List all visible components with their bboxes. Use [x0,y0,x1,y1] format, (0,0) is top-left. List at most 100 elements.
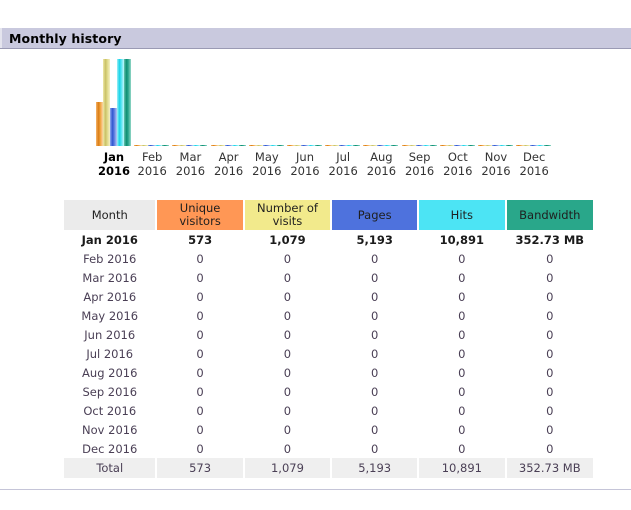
chart-month-group [478,50,514,146]
chart-bar-pages [415,145,423,146]
chart-bar-bw [200,145,208,146]
column-header-month[interactable]: Month [64,200,156,230]
table-cell-unique: 0 [157,249,243,268]
table-cell-bw: 0 [506,439,593,458]
x-axis-label-year: 2016 [290,164,320,178]
table-total-row: Total 573 1,079 5,193 10,891 352.73 MB [64,458,593,478]
chart-month-group [134,50,170,146]
x-axis-label-month: Jan [103,150,125,164]
table-cell-month: Jul 2016 [64,344,156,363]
chart-bar-visits [523,145,531,146]
chart-bar-hits [499,145,506,146]
x-axis-label-year: 2016 [443,164,473,178]
table-cell-bw: 0 [506,344,593,363]
x-axis-label: Oct 2016 [439,150,477,178]
table-cell-unique: 573 [157,230,243,249]
chart-x-axis-labels: Jan 2016 Feb 2016 Mar 2016 Apr 2016 May 2016 Jun 20… [96,150,566,184]
column-header-hits[interactable]: Hits [419,200,505,230]
chart-bar-pages [301,145,308,146]
table-cell-hits: 0 [419,401,505,420]
chart-bar-pages [148,145,156,146]
chart-bar-pages [262,145,270,146]
table-row[interactable]: Aug 2016 0 0 0 0 0 [64,363,593,382]
chart-bar-bw [429,145,437,146]
chart-bar-unique [134,145,142,146]
x-axis-label-month: Jul [336,150,351,164]
table-cell-month: Aug 2016 [64,363,156,382]
table-header: Month Unique visitors Number of visits Pag… [64,200,593,230]
table-cell-visits: 0 [244,363,331,382]
table-cell-pages: 0 [332,363,418,382]
chart-bar-bw [162,145,170,146]
table-row[interactable]: Jun 2016 0 0 0 0 0 [64,325,593,344]
chart-bar-pages [224,145,232,146]
column-header-number-of-visits[interactable]: Number of visits [244,200,331,230]
table-row[interactable]: Nov 2016 0 0 0 0 0 [64,420,593,439]
table-total-cell-month: Total [64,458,156,478]
chart-bar-hits [117,59,124,146]
chart-bar-visits [141,145,149,146]
table-total-cell-bw: 352.73 MB [506,458,593,478]
table-total-cell-visits: 1,079 [244,458,331,478]
table-row[interactable]: Feb 2016 0 0 0 0 0 [64,249,593,268]
table-row[interactable]: Mar 2016 0 0 0 0 0 [64,268,593,287]
table-row[interactable]: Dec 2016 0 0 0 0 0 [64,439,593,458]
table-cell-bw: 0 [506,249,593,268]
chart-bar-unique [401,145,409,146]
table-cell-bw: 0 [506,401,593,420]
chart-month-group [248,50,285,146]
chart-month-group [210,50,247,146]
table-header-row: Month Unique visitors Number of visits Pag… [64,200,593,230]
column-header-unique-visitors[interactable]: Unique visitors [157,200,243,230]
chart-bar-bw [391,145,399,146]
chart-bar-hits [269,145,277,146]
chart-month-group [325,50,361,146]
table-body: Jan 2016 573 1,079 5,193 10,891 352.73 MB Feb … [64,230,593,478]
chart-bar-visits [408,145,416,146]
chart-bar-unique [478,145,485,146]
x-axis-label-year: 2016 [213,164,244,178]
table-cell-month: Jun 2016 [64,325,156,344]
table-row[interactable]: Jul 2016 0 0 0 0 0 [64,344,593,363]
table-row[interactable]: Jan 2016 573 1,079 5,193 10,891 352.73 MB [64,230,593,249]
column-header-bandwidth[interactable]: Bandwidth [506,200,593,230]
chart-bar-bw [124,59,131,146]
chart-bar-unique [363,145,371,146]
column-header-label: Unique [179,201,221,215]
x-axis-label-year: 2016 [404,164,435,178]
table-cell-visits: 0 [244,420,331,439]
x-axis-label-month: Sep [408,150,431,164]
chart-bar-unique [287,145,294,146]
chart-bar-hits [460,145,468,146]
table-cell-hits: 0 [419,287,505,306]
chart-bar-unique [210,145,218,146]
x-axis-label-month: Jun [296,150,314,164]
table-cell-pages: 0 [332,382,418,401]
table-row[interactable]: Sep 2016 0 0 0 0 0 [64,382,593,401]
chart-bar-visits [370,145,378,146]
chart-month-group [287,50,323,146]
table-row[interactable]: Apr 2016 0 0 0 0 0 [64,287,593,306]
chart-month-group [439,50,476,146]
chart-bar-bw [315,145,322,146]
chart-bar-bw [544,145,552,146]
table-cell-unique: 0 [157,382,243,401]
footer-divider [0,489,631,490]
x-axis-label: May 2016 [248,150,286,178]
table-row[interactable]: Oct 2016 0 0 0 0 0 [64,401,593,420]
column-header-label: Month [91,207,128,222]
monthly-history-page: Monthly history Jan 2016 Feb 2016 Mar 2016 Apr… [0,0,631,510]
x-axis-label-month: May [254,150,279,164]
table-cell-pages: 0 [332,249,418,268]
table-cell-bw: 0 [506,287,593,306]
table-cell-bw: 0 [506,268,593,287]
table-cell-month: Apr 2016 [64,287,156,306]
x-axis-label-month: Aug [370,150,393,164]
table-row[interactable]: May 2016 0 0 0 0 0 [64,306,593,325]
table-cell-unique: 0 [157,306,243,325]
table-cell-unique: 0 [157,268,243,287]
column-header-label: Hits [450,207,474,222]
chart-month-group [516,50,552,146]
x-axis-label: Aug 2016 [362,150,400,178]
column-header-pages[interactable]: Pages [332,200,418,230]
